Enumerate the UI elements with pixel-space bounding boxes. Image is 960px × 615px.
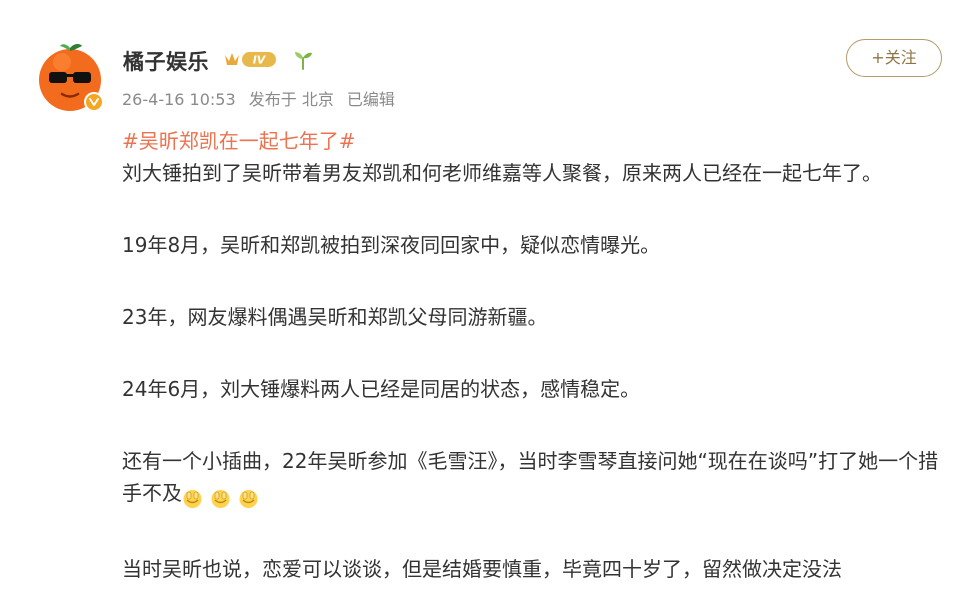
- emoji-row: [182, 481, 266, 513]
- post-timestamp: 26-4-16 10:53: [122, 90, 236, 109]
- post-location: 发布于 北京: [248, 90, 334, 109]
- paragraph-4: 24年6月，刘大锤爆料两人已经是同居的状态，感情稳定。: [122, 377, 641, 401]
- weibo-post: 橘子娱乐 IV 26-4-16 10:53 发布于 北京 已编辑 +关注 #吴昕…: [0, 0, 960, 615]
- level-badge-text: IV: [253, 54, 267, 67]
- vip-badge-icon: [84, 92, 104, 112]
- paragraph-5: 还有一个小插曲，22年吴昕参加《毛雪汪》，当时李雪琴直接问她“现在在谈吗”打了她…: [122, 445, 942, 513]
- hands-clap-emoji-icon: [238, 488, 259, 509]
- hands-clap-emoji-icon: [182, 488, 203, 509]
- hashtag-link[interactable]: #吴昕郑凯在一起七年了#: [122, 125, 942, 157]
- post-content: #吴昕郑凯在一起七年了# 刘大锤拍到了吴昕带着男友郑凯和何老师维嘉等人聚餐，原来…: [122, 125, 942, 585]
- paragraph-6: 当时吴昕也说，恋爱可以谈谈，但是结婚要慎重，毕竟四十岁了，留然做决定没法: [122, 557, 842, 581]
- post-meta: 26-4-16 10:53 发布于 北京 已编辑: [122, 86, 403, 110]
- username[interactable]: 橘子娱乐: [123, 46, 209, 76]
- post-edited-label[interactable]: 已编辑: [347, 90, 395, 109]
- hands-clap-emoji-icon: [210, 488, 231, 509]
- paragraph-2: 19年8月，吴昕和郑凯被拍到深夜同回家中，疑似恋情曝光。: [122, 233, 661, 257]
- paragraph-1: 刘大锤拍到了吴昕带着男友郑凯和何老师维嘉等人聚餐，原来两人已经在一起七年了。: [122, 161, 882, 185]
- follow-button[interactable]: +关注: [846, 39, 942, 77]
- level-badge-icon: IV: [222, 47, 278, 71]
- paragraph-3: 23年，网友爆料偶遇吴昕和郑凯父母同游新疆。: [122, 305, 548, 329]
- sprout-icon: [290, 47, 316, 71]
